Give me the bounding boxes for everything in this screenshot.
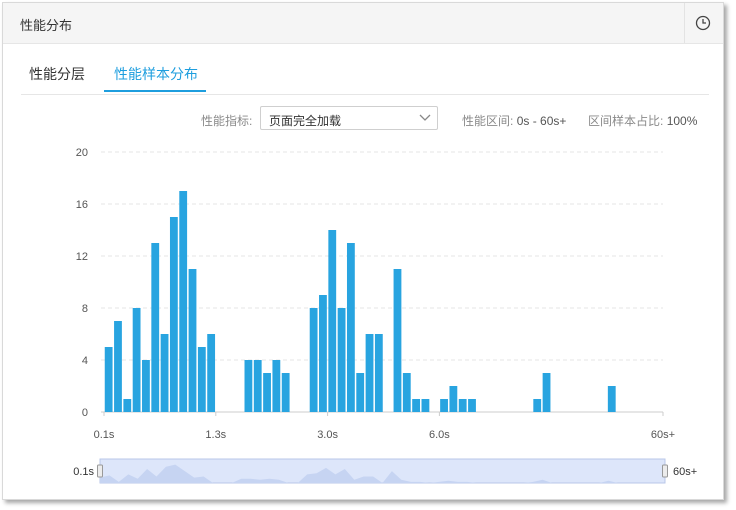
chart-bar[interactable] (337, 308, 346, 412)
chart-bar[interactable] (319, 295, 327, 412)
chart-bar[interactable] (114, 321, 122, 412)
chart-bar[interactable] (123, 399, 132, 412)
chart-bar[interactable] (253, 360, 262, 412)
chart-bar[interactable] (533, 399, 542, 412)
zoom-start-handle[interactable] (97, 464, 103, 478)
chart-bar[interactable] (263, 373, 271, 412)
chart-bar[interactable] (104, 347, 113, 412)
y-tick-label: 16 (76, 199, 88, 211)
x-tick-label: 3.0s (317, 429, 338, 441)
chart-bar[interactable] (393, 269, 402, 412)
chart-bar[interactable] (197, 347, 206, 412)
chart-bar[interactable] (169, 217, 178, 412)
chart-bar[interactable] (188, 269, 197, 412)
chart-bar[interactable] (607, 386, 616, 412)
chart-bar[interactable] (132, 308, 141, 412)
chart-bar[interactable] (179, 191, 188, 412)
chart-bar[interactable] (356, 373, 365, 412)
chart-bar[interactable] (374, 334, 383, 412)
chart-bar[interactable] (309, 308, 318, 412)
zoom-end-handle[interactable] (662, 464, 668, 478)
y-tick-label: 8 (82, 303, 88, 315)
chart-bar[interactable] (412, 399, 421, 412)
x-tick-label: 6.0s (429, 429, 450, 441)
y-tick-label: 12 (76, 251, 88, 263)
chart-bar[interactable] (468, 399, 476, 412)
zoom-end-label: 60s+ (673, 466, 697, 478)
chart-bar[interactable] (151, 243, 160, 412)
chart-bar[interactable] (402, 373, 411, 412)
chart-bar[interactable] (440, 399, 448, 412)
chart-bar[interactable] (281, 373, 290, 412)
chart-bar[interactable] (421, 399, 430, 412)
chart-bar[interactable] (346, 243, 355, 412)
chart-bar[interactable] (449, 386, 458, 412)
sample-distribution-chart: 0 4 8 12 16 20 0.1s 1.3s 3.0s 6.0s 60s+ 0.1s 60s+ (73, 147, 697, 484)
zoom-start-label: 0.1s (73, 466, 94, 478)
x-tick-label: 0.1s (94, 429, 115, 441)
chart-bar[interactable] (328, 230, 337, 412)
chart-bar[interactable] (458, 399, 467, 412)
chart-bar[interactable] (365, 334, 374, 412)
x-tick-label: 60s+ (651, 429, 675, 441)
x-tick-label: 1.3s (205, 429, 226, 441)
chart-bar[interactable] (160, 334, 169, 412)
chart-bar[interactable] (244, 360, 253, 412)
chart-bar[interactable] (272, 360, 281, 412)
y-tick-label: 0 (82, 407, 88, 419)
y-tick-label: 4 (82, 355, 88, 367)
chart-bar[interactable] (207, 334, 216, 412)
y-tick-label: 20 (76, 147, 88, 159)
chart-bar[interactable] (142, 360, 150, 412)
chart-bar[interactable] (542, 373, 551, 412)
